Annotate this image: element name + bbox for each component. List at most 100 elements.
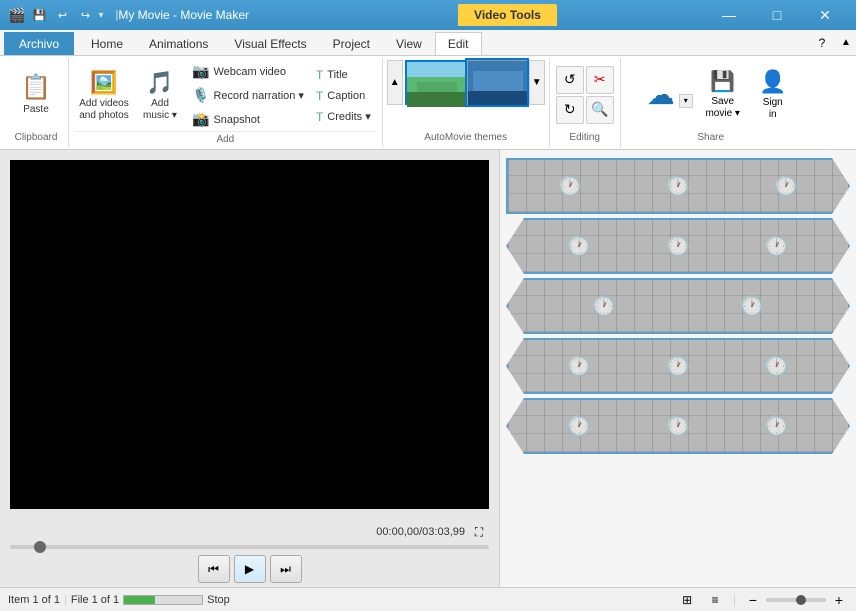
dropdown-arrow: ▾ bbox=[98, 10, 103, 21]
add-label: Add bbox=[75, 131, 376, 147]
tab-view[interactable]: View bbox=[383, 32, 435, 55]
ribbon-text-buttons: T Title T Caption T Credits ▾ bbox=[311, 65, 376, 127]
paste-button[interactable]: 📋 Paste bbox=[10, 66, 62, 124]
cloud-dropdown[interactable]: ▾ bbox=[679, 94, 693, 108]
theme-scroll-down[interactable]: ▼ bbox=[529, 60, 545, 105]
title-bar-controls: — □ ✕ bbox=[706, 1, 848, 29]
tab-home[interactable]: Home bbox=[78, 32, 136, 55]
share-label: Share bbox=[697, 129, 724, 145]
clock-4-1: 🕐 bbox=[567, 354, 592, 379]
rotate-right-btn[interactable]: ↻ bbox=[556, 96, 584, 124]
quick-access: 💾 ↩ ↪ ▾ bbox=[29, 5, 103, 25]
app-icon: 🎬 bbox=[8, 7, 25, 24]
ribbon-help: ? ▲ bbox=[812, 33, 856, 53]
rotate-left-btn[interactable]: ↺ bbox=[556, 66, 584, 94]
add-videos-button[interactable]: 🖼️ Add videosand photos bbox=[75, 66, 133, 126]
save-quick-btn[interactable]: 💾 bbox=[29, 5, 49, 25]
timeline-area: 🕐 🕐 🕐 🕐 🕐 🕐 🕐 🕐 bbox=[500, 150, 856, 587]
add-music-button[interactable]: 🎵 Addmusic ▾ bbox=[135, 66, 185, 126]
zoom-in-btn[interactable]: + bbox=[830, 591, 848, 609]
rewind-button[interactable]: ⏮ bbox=[198, 555, 230, 583]
zoom-btn[interactable]: 🔍 bbox=[586, 96, 614, 124]
caption-label: Caption bbox=[327, 90, 365, 102]
clock-3-2: 🕐 bbox=[740, 294, 765, 319]
onedrive-icon: ☁ bbox=[647, 78, 675, 111]
tab-visual-effects[interactable]: Visual Effects bbox=[221, 32, 319, 55]
clock-5-2: 🕐 bbox=[666, 414, 691, 439]
webcam-icon: 📷 bbox=[192, 63, 209, 80]
credits-button[interactable]: T Credits ▾ bbox=[311, 107, 376, 127]
ribbon-group-automovie: ▲ bbox=[383, 58, 550, 147]
save-movie-label: Savemovie ▾ bbox=[705, 96, 739, 120]
redo-btn[interactable]: ↪ bbox=[75, 5, 95, 25]
clock-2-3: 🕐 bbox=[764, 234, 789, 259]
add-music-icon: 🎵 bbox=[146, 70, 173, 96]
video-preview-area: 00:00,00/03:03,99 ⛶ ⏮ ▶ ⏭ bbox=[0, 150, 500, 587]
film-strip-2[interactable]: 🕐 🕐 🕐 bbox=[506, 218, 850, 274]
credits-icon: T bbox=[316, 110, 323, 124]
title-icon: T bbox=[316, 68, 323, 82]
undo-btn[interactable]: ↩ bbox=[52, 5, 72, 25]
credits-label: Credits ▾ bbox=[327, 110, 370, 123]
zoom-slider[interactable] bbox=[766, 598, 826, 602]
clock-1-3: 🕐 bbox=[774, 174, 799, 199]
theme-thumbnail-2[interactable] bbox=[467, 60, 527, 105]
clock-2-1: 🕐 bbox=[567, 234, 592, 259]
close-btn[interactable]: ✕ bbox=[802, 1, 848, 29]
webcam-label: Webcam video bbox=[213, 66, 286, 78]
film-strip-3[interactable]: 🕐 🕐 bbox=[506, 278, 850, 334]
fullscreen-btn[interactable]: ⛶ bbox=[469, 523, 489, 541]
title-button[interactable]: T Title bbox=[311, 65, 376, 85]
snapshot-button[interactable]: 📸 Snapshot bbox=[187, 108, 309, 131]
sign-in-button[interactable]: 👤 Signin bbox=[751, 65, 795, 125]
play-button[interactable]: ▶ bbox=[234, 555, 266, 583]
status-sep: | bbox=[64, 594, 67, 606]
ribbon-group-editing: ↺ ✂ ↻ 🔍 Editing bbox=[550, 58, 621, 147]
step-forward-button[interactable]: ⏭ bbox=[270, 555, 302, 583]
film-strip-4[interactable]: 🕐 🕐 🕐 bbox=[506, 338, 850, 394]
zoom-thumb bbox=[796, 595, 806, 605]
caption-icon: T bbox=[316, 89, 323, 103]
collapse-ribbon-btn[interactable]: ▲ bbox=[836, 33, 856, 53]
status-left: Item 1 of 1 | File 1 of 1 Stop bbox=[8, 594, 230, 606]
theme-thumbnail-1[interactable] bbox=[405, 60, 465, 105]
paste-icon: 📋 bbox=[21, 73, 51, 102]
record-narration-button[interactable]: 🎙️ Record narration ▾ bbox=[187, 84, 309, 107]
sign-in-icon: 👤 bbox=[759, 69, 786, 95]
title-bar-title: My Movie - Movie Maker bbox=[118, 8, 249, 22]
playback-buttons: ⏮ ▶ ⏭ bbox=[10, 555, 489, 583]
zoom-out-btn[interactable]: − bbox=[744, 591, 762, 609]
clock-1-1: 🕐 bbox=[558, 174, 583, 199]
film-strip-5[interactable]: 🕐 🕐 🕐 bbox=[506, 398, 850, 454]
ribbon-group-clipboard: 📋 Paste Clipboard bbox=[4, 58, 69, 147]
seek-bar[interactable] bbox=[10, 545, 489, 549]
clipboard-label: Clipboard bbox=[15, 129, 58, 145]
view-toggle-1[interactable]: ⊞ bbox=[677, 591, 697, 609]
tab-archivo[interactable]: Archivo bbox=[4, 32, 74, 55]
video-tools-tab[interactable]: Video Tools bbox=[458, 4, 557, 26]
tab-edit[interactable]: Edit bbox=[435, 32, 482, 55]
editing-label: Editing bbox=[569, 129, 600, 145]
time-display: 00:00,00/03:03,99 bbox=[376, 526, 465, 538]
tab-project[interactable]: Project bbox=[320, 32, 383, 55]
timeline-scroll[interactable]: 🕐 🕐 🕐 🕐 🕐 🕐 🕐 🕐 bbox=[500, 150, 856, 587]
remove-btn[interactable]: ✂ bbox=[586, 66, 614, 94]
caption-button[interactable]: T Caption bbox=[311, 86, 376, 106]
webcam-video-button[interactable]: 📷 Webcam video bbox=[187, 60, 309, 83]
stop-label: Stop bbox=[207, 594, 230, 606]
status-bar: Item 1 of 1 | File 1 of 1 Stop ⊞ ≡ | − + bbox=[0, 587, 856, 611]
maximize-btn[interactable]: □ bbox=[754, 1, 800, 29]
zoom-controls: − + bbox=[744, 591, 848, 609]
save-movie-button[interactable]: 💾 Savemovie ▾ bbox=[697, 65, 749, 124]
ribbon-small-buttons: 📷 Webcam video 🎙️ Record narration ▾ 📸 S… bbox=[187, 60, 309, 131]
film-strip-1[interactable]: 🕐 🕐 🕐 bbox=[506, 158, 850, 214]
minimize-btn[interactable]: — bbox=[706, 1, 752, 29]
clock-5-1: 🕐 bbox=[567, 414, 592, 439]
theme-scroll-up[interactable]: ▲ bbox=[387, 60, 403, 105]
title-bar-left: 🎬 💾 ↩ ↪ ▾ | bbox=[8, 5, 118, 25]
tab-animations[interactable]: Animations bbox=[136, 32, 221, 55]
help-btn[interactable]: ? bbox=[812, 33, 832, 53]
add-videos-icon: 🖼️ bbox=[90, 70, 117, 96]
ribbon: 📋 Paste Clipboard 🖼️ Add videosand photo… bbox=[0, 56, 856, 150]
view-toggle-2[interactable]: ≡ bbox=[705, 591, 725, 609]
